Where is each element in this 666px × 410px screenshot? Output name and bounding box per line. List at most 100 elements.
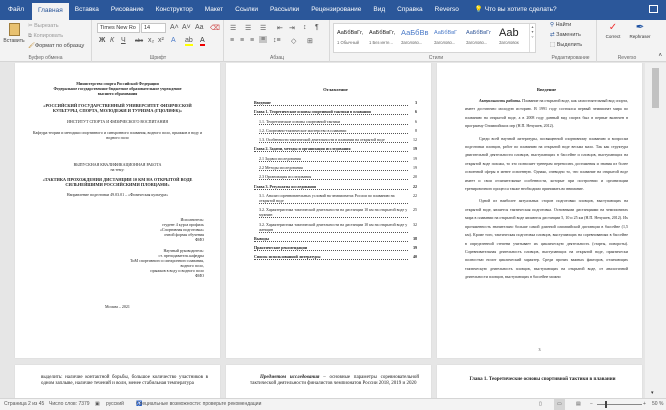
copy-button[interactable]: ⧉ Копировать <box>28 33 63 40</box>
tab-references[interactable]: Ссылки <box>229 0 264 20</box>
style-normal[interactable]: АаБбВвГг, 1 Обычный <box>337 26 363 45</box>
comments-icon[interactable] <box>649 5 658 13</box>
decrease-indent-icon[interactable]: ⇤ <box>277 24 283 32</box>
font-name-select[interactable]: Times New Ro <box>97 23 140 33</box>
strikethrough-icon[interactable]: abc <box>135 38 143 44</box>
tab-review[interactable]: Рецензирование <box>305 0 367 20</box>
style-heading-1[interactable]: АаБбВв Заголово... <box>401 26 428 45</box>
sort-icon[interactable]: ↕ <box>303 24 307 31</box>
format-painter-button[interactable]: 🖌Формат по образцу <box>28 43 84 49</box>
tab-view[interactable]: Вид <box>367 0 391 20</box>
tab-reverso[interactable]: Reverso <box>429 0 465 20</box>
justify-icon[interactable]: ≡ <box>259 36 268 43</box>
scrollbar-thumb[interactable] <box>652 68 659 108</box>
zoom-slider[interactable] <box>597 404 642 405</box>
toc-entry[interactable]: Список использованной литературы 40 <box>254 254 417 261</box>
tab-layout[interactable]: Макет <box>199 0 229 20</box>
page-4: выделить: наличие контактной борьбы, бол… <box>15 365 220 398</box>
replace-button[interactable]: ⇄ Заменить <box>550 32 581 38</box>
document-area: Министерство спорта Российской Федерации… <box>0 63 645 398</box>
numbering-icon[interactable]: ☰ <box>245 24 251 32</box>
language-status[interactable]: русский <box>106 399 124 410</box>
zoom-in-button[interactable]: + <box>643 399 646 410</box>
lightbulb-icon: 💡 <box>474 6 485 13</box>
ribbon-tabs: Файл Главная Вставка Рисование Конструкт… <box>0 0 666 20</box>
toc-entry[interactable]: Глава 3. Результаты исследования 22 <box>254 184 417 190</box>
underline-button[interactable]: Ч <box>121 37 126 44</box>
style-heading-2[interactable]: АаБбВвГ Заголово... <box>434 26 457 45</box>
subscript-icon[interactable]: x₂ <box>148 37 154 44</box>
tab-insert[interactable]: Вставка <box>69 0 105 20</box>
print-layout-icon[interactable]: ▭ <box>554 399 565 410</box>
multilevel-list-icon[interactable]: ☰ <box>260 24 266 32</box>
vertical-scrollbar[interactable]: ▾ <box>645 63 666 398</box>
zoom-slider-thumb[interactable] <box>605 401 608 408</box>
line-spacing-icon[interactable]: ↕≡ <box>273 37 281 44</box>
find-button[interactable]: ⚲ Найти <box>550 22 571 28</box>
read-mode-icon[interactable]: ▯ <box>539 399 542 410</box>
collapse-ribbon-icon[interactable]: ˄ <box>658 53 662 59</box>
change-case-icon[interactable]: Aa <box>195 24 204 31</box>
tab-draw[interactable]: Рисование <box>105 0 150 20</box>
reverso-group: ✓ Correct ✒ Rephraser Reverso <box>598 20 656 62</box>
select-button[interactable]: ⬚ Выделить <box>550 42 582 48</box>
toc-entry[interactable]: 1.3. Особенности тактической деятельност… <box>254 137 417 144</box>
highlight-icon[interactable]: ab <box>185 37 193 46</box>
clear-format-icon[interactable]: ⌫ <box>210 24 220 32</box>
toc-entry[interactable]: Практические рекомендации 39 <box>254 245 417 252</box>
italic-button[interactable]: К <box>110 37 114 44</box>
toc-entry[interactable]: Введение 3 <box>254 100 417 106</box>
styles-gallery: АаБбВвГг, 1 Обычный АаБбВвГг, 1 Без инте..… <box>333 23 536 53</box>
increase-indent-icon[interactable]: ⇥ <box>289 24 295 32</box>
font-size-select[interactable]: 14 <box>141 23 166 33</box>
toc-entry[interactable]: 2.1 Задачи исследования 19 <box>254 156 417 162</box>
align-center-icon[interactable]: ≡ <box>240 37 244 44</box>
tab-design[interactable]: Конструктор <box>150 0 199 20</box>
word-count[interactable]: Число слов: 7379 <box>49 399 90 410</box>
font-color-icon[interactable]: A <box>200 37 205 46</box>
align-right-icon[interactable]: ≡ <box>250 37 254 44</box>
bullets-icon[interactable]: ☰ <box>230 24 236 32</box>
grow-font-icon[interactable]: A˄ <box>170 24 179 31</box>
toc-entry-title: 3.2. Характеристика тактической деятельн… <box>259 221 408 233</box>
toc-entry[interactable]: 3.1. Анализ соревновательных условий на … <box>254 193 417 204</box>
toc-entry[interactable]: 2.2 Методы исследования 19 <box>254 165 417 172</box>
status-bar: Страница 2 из 45 Число слов: 7379 ▣ русс… <box>0 398 666 410</box>
paste-button[interactable]: Вставить <box>3 23 25 53</box>
text-effects-icon[interactable]: A <box>171 37 176 44</box>
bold-button[interactable]: Ж <box>99 37 105 44</box>
tab-mailings[interactable]: Рассылки <box>264 0 305 20</box>
scroll-down-icon[interactable]: ▾ <box>651 390 654 396</box>
tab-file[interactable]: Файл <box>0 0 32 20</box>
style-title[interactable]: Aab Заголовок <box>499 26 519 45</box>
proofing-icon[interactable]: ▣ <box>95 399 100 410</box>
toc-entry[interactable]: 3.2. Характеристика тактической деятельн… <box>254 222 417 233</box>
borders-icon[interactable]: ⊞ <box>307 37 313 45</box>
toc-entry[interactable]: Выводы 38 <box>254 236 417 242</box>
align-left-icon[interactable]: ≡ <box>230 37 234 44</box>
styles-scroll[interactable]: ▴ ▾ ▿ <box>529 24 535 52</box>
web-layout-icon[interactable]: ▤ <box>576 399 581 410</box>
correct-button[interactable]: ✓ Correct <box>600 22 626 39</box>
toc-entry-title: Выводы <box>254 236 408 242</box>
superscript-icon[interactable]: x² <box>158 37 164 44</box>
shrink-font-icon[interactable]: A˅ <box>182 24 191 31</box>
toc-entry[interactable]: 1.1. Теоретические основы спортивной так… <box>254 119 417 125</box>
pilcrow-icon[interactable]: ¶ <box>315 24 319 31</box>
zoom-out-button[interactable]: − <box>590 399 593 410</box>
toc-entry[interactable]: 3.2. Характеристика тактической деятельн… <box>254 207 417 219</box>
rephraser-button[interactable]: ✒ Rephraser <box>626 22 654 39</box>
toc-entry[interactable]: 2.3 Организация исследования 20 <box>254 174 417 181</box>
zoom-level[interactable]: 50 % <box>652 399 663 410</box>
cut-button[interactable]: ✂ Вырезать <box>28 23 59 29</box>
style-heading-3[interactable]: АаБбВвГг Заголово... <box>466 26 491 45</box>
tab-home[interactable]: Главная <box>31 3 69 20</box>
toc-entry[interactable]: Глава 2. Задачи, методы и организация ис… <box>254 146 417 153</box>
page-count[interactable]: Страница 2 из 45 <box>4 399 44 410</box>
style-no-spacing[interactable]: АаБбВвГг, 1 Без инте... <box>369 26 395 45</box>
tell-me-search[interactable]: 💡 Что вы хотите сделать? <box>469 0 563 20</box>
shading-icon[interactable]: ◇ <box>291 37 296 45</box>
tab-help[interactable]: Справка <box>391 0 429 20</box>
toc-entry[interactable]: 1.2. Спортивно-тактическое мастерство в … <box>254 128 417 134</box>
toc-entry[interactable]: Глава 1. Теоретические основы спортивной… <box>254 109 417 116</box>
